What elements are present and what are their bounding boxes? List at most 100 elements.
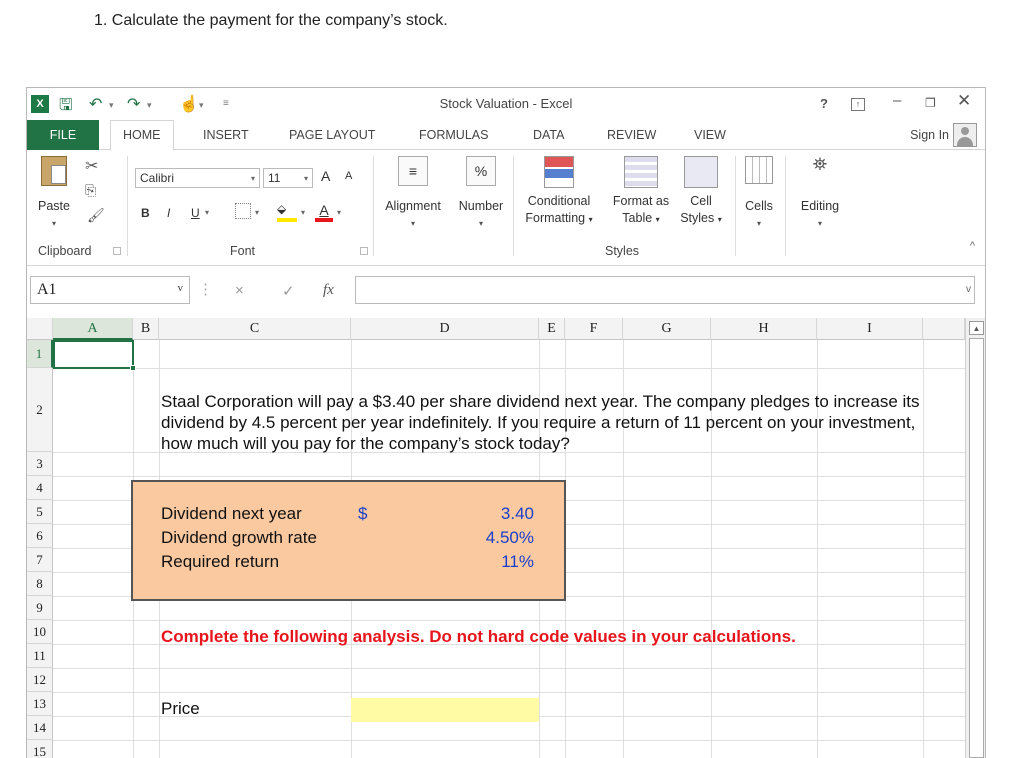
column-header-f[interactable]: F [565, 318, 623, 340]
help-icon[interactable]: ? [820, 96, 828, 111]
font-name-value: Calibri [140, 171, 175, 185]
expand-formula-bar-icon[interactable]: v [966, 284, 971, 295]
row-header-11[interactable]: 11 [27, 644, 53, 668]
chevron-down-icon[interactable]: ▾ [205, 208, 209, 217]
bold-button[interactable]: B [141, 206, 150, 220]
column-header-next[interactable] [923, 318, 965, 340]
cell-styles-button[interactable]: Cell Styles ▾ [675, 156, 727, 228]
insert-function-icon[interactable]: fx [323, 282, 334, 299]
dividend-growth-rate-value[interactable]: 4.50% [486, 528, 534, 548]
row-header-10[interactable]: 10 [27, 620, 53, 644]
row-header-6[interactable]: 6 [27, 524, 53, 548]
ribbon-display-icon[interactable]: ↑ [851, 98, 865, 111]
row-header-9[interactable]: 9 [27, 596, 53, 620]
font-name-combo[interactable]: Calibri ▾ [135, 168, 260, 188]
column-header-c[interactable]: C [159, 318, 351, 340]
close-icon[interactable]: ✕ [957, 91, 971, 111]
underline-button[interactable]: U [191, 206, 200, 220]
editing-button[interactable]: ⛯ Editing ▾ [791, 155, 849, 232]
copy-icon[interactable]: ⎘ [85, 182, 96, 199]
column-header-e[interactable]: E [539, 318, 565, 340]
vertical-scrollbar[interactable]: ▲ [965, 318, 985, 758]
row-header-4[interactable]: 4 [27, 476, 53, 500]
column-header-g[interactable]: G [623, 318, 711, 340]
alignment-icon: ≡ [398, 156, 428, 186]
tab-file[interactable]: FILE [27, 120, 99, 150]
selected-cell-a1[interactable] [53, 340, 134, 369]
alignment-button[interactable]: ≡ Alignment ▾ [377, 156, 449, 232]
row-header-1[interactable]: 1 [27, 340, 53, 368]
borders-icon[interactable] [235, 203, 251, 219]
group-styles-label: Styles [605, 244, 640, 258]
tab-page-layout[interactable]: PAGE LAYOUT [289, 128, 375, 142]
cells-button[interactable]: Cells ▾ [739, 156, 779, 232]
italic-button[interactable]: I [167, 206, 170, 220]
row-header-7[interactable]: 7 [27, 548, 53, 572]
font-launcher-icon[interactable] [360, 247, 368, 255]
chevron-down-icon[interactable]: ▾ [255, 208, 259, 217]
font-size-combo[interactable]: 11 ▾ [263, 168, 313, 188]
grow-font-button[interactable]: A [321, 168, 330, 184]
fill-handle[interactable] [130, 365, 136, 371]
chevron-down-icon[interactable]: ▾ [337, 208, 341, 217]
name-box-value: A1 [37, 281, 57, 298]
number-button[interactable]: % Number ▾ [453, 156, 509, 232]
column-header-a[interactable]: A [53, 318, 133, 340]
row-header-12[interactable]: 12 [27, 668, 53, 692]
column-header-h[interactable]: H [711, 318, 817, 340]
name-box[interactable]: A1 v [30, 276, 190, 304]
worksheet-grid[interactable]: A B C D E F G H I 1 2 3 4 5 6 7 8 9 10 1… [27, 318, 965, 758]
currency-symbol: $ [358, 504, 368, 523]
collapse-ribbon-icon[interactable]: ^ [970, 240, 975, 252]
font-size-value: 11 [268, 171, 281, 185]
tab-home[interactable]: HOME [110, 120, 174, 151]
restore-icon[interactable]: ❐ [925, 96, 936, 110]
chevron-down-icon[interactable]: ▾ [301, 208, 305, 217]
row-header-13[interactable]: 13 [27, 692, 53, 716]
row-header-8[interactable]: 8 [27, 572, 53, 596]
scroll-thumb[interactable] [969, 338, 984, 758]
cells-label: Cells [745, 199, 773, 213]
row-header-15[interactable]: 15 [27, 740, 53, 758]
price-answer-cell[interactable] [351, 698, 539, 722]
column-header-b[interactable]: B [133, 318, 159, 340]
conditional-label-1: Conditional [527, 194, 591, 208]
sign-in-link[interactable]: Sign In [910, 128, 949, 142]
row-header-5[interactable]: 5 [27, 500, 53, 524]
input-data-box: Dividend next year $ 3.40 Dividend growt… [131, 480, 566, 601]
scroll-up-icon[interactable]: ▲ [969, 321, 984, 335]
chevron-down-icon: ▾ [756, 219, 761, 228]
font-color-button[interactable]: A [315, 202, 333, 222]
avatar-icon[interactable] [953, 123, 977, 147]
formula-input[interactable] [355, 276, 975, 304]
tab-insert[interactable]: INSERT [203, 128, 249, 142]
editing-label: Editing [800, 199, 840, 213]
format-painter-icon[interactable]: 🖌 [87, 207, 105, 224]
format-as-table-button[interactable]: Format as Table ▾ [605, 156, 677, 228]
tab-formulas[interactable]: FORMULAS [419, 128, 488, 142]
row-header-3[interactable]: 3 [27, 452, 53, 476]
row-header-14[interactable]: 14 [27, 716, 53, 740]
row-header-2[interactable]: 2 [27, 368, 53, 452]
paste-dropdown-icon: ▾ [51, 219, 56, 228]
select-all-corner[interactable] [27, 318, 53, 340]
cut-icon[interactable]: ✂ [85, 156, 98, 176]
tab-review[interactable]: REVIEW [607, 128, 656, 142]
cells-icon [745, 156, 773, 184]
minimize-icon[interactable]: – [893, 92, 901, 109]
chevron-down-icon: ▾ [250, 174, 255, 183]
conditional-formatting-button[interactable]: Conditional Formatting ▾ [517, 156, 601, 228]
cancel-icon[interactable]: × [235, 282, 244, 299]
required-return-value[interactable]: 11% [501, 552, 534, 572]
fill-color-icon[interactable]: ⬙ [277, 202, 297, 222]
dividend-growth-rate-label: Dividend growth rate [161, 528, 317, 547]
column-header-d[interactable]: D [351, 318, 539, 340]
clipboard-launcher-icon[interactable] [113, 247, 121, 255]
enter-icon[interactable]: ✓ [282, 282, 295, 300]
shrink-font-button[interactable]: A [345, 170, 352, 182]
tab-data[interactable]: DATA [533, 128, 564, 142]
tab-view[interactable]: VIEW [694, 128, 726, 142]
column-header-i[interactable]: I [817, 318, 923, 340]
paste-button[interactable]: Paste ▾ [33, 156, 75, 232]
dividend-next-year-value[interactable]: 3.40 [501, 504, 534, 524]
